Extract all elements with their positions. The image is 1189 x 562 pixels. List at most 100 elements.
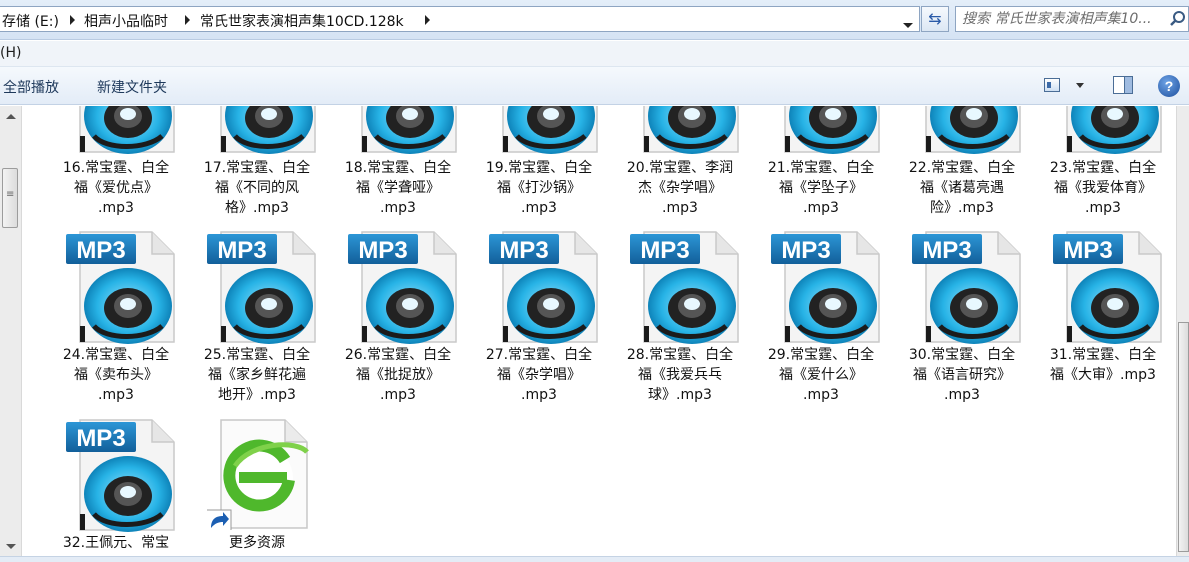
breadcrumb-drive[interactable]: 存储 (E:) — [2, 11, 59, 31]
mp3-file-icon — [630, 228, 740, 344]
file-name-line: 福《诸葛亮遇 — [920, 180, 1004, 196]
file-name-line: 福《语言研究》 — [913, 367, 1011, 383]
new-folder-button[interactable]: 新建文件夹 — [97, 77, 167, 97]
mp3-file-icon — [1053, 106, 1163, 154]
file-item[interactable]: 26.常宝霆、白全 福《批捉放》 .mp3 — [334, 224, 462, 404]
breadcrumb-current-folder[interactable]: 常氏世家表演相声集10CD.128k — [200, 11, 404, 31]
file-name-line: 20.常宝霆、李润 — [626, 160, 734, 176]
file-name-line: .mp3 — [1085, 200, 1121, 216]
mp3-file-icon — [348, 106, 458, 154]
file-name-line: 23.常宝霆、白全 — [1049, 160, 1157, 176]
mp3-file-icon — [630, 106, 740, 154]
file-item[interactable]: 19.常宝霆、白全 福《打沙锅》 .mp3 — [475, 106, 603, 216]
file-name-line: 险》.mp3 — [930, 200, 994, 216]
file-name-line: 31.常宝霆、白全 — [1049, 347, 1157, 363]
file-name-line: 杰《杂学唱》 — [638, 180, 722, 196]
breadcrumb-separator-icon[interactable] — [70, 15, 75, 25]
file-name-line: .mp3 — [380, 200, 416, 216]
left-scrollbar[interactable] — [0, 106, 22, 556]
file-name-line: 福《我爱兵乓 — [638, 367, 722, 383]
file-item[interactable]: 17.常宝霆、白全 福《不同的风 格》.mp3 — [193, 106, 321, 216]
file-list-pane: 16.常宝霆、白全 福《爱优点》 .mp3 17.常宝霆、白全 福《不同的风 格… — [22, 106, 1176, 556]
search-icon[interactable] — [1168, 9, 1188, 29]
file-name-line: 福《卖布头》 — [74, 367, 158, 383]
file-name-line: .mp3 — [803, 387, 839, 403]
menu-help[interactable]: (H) — [0, 45, 21, 61]
file-item[interactable]: 16.常宝霆、白全 福《爱优点》 .mp3 — [52, 106, 180, 216]
search-box[interactable] — [955, 6, 1189, 32]
file-name-line: 球》.mp3 — [648, 387, 712, 403]
file-item[interactable]: 24.常宝霆、白全 福《卖布头》 .mp3 — [52, 224, 180, 404]
preview-pane-button[interactable] — [1113, 76, 1133, 94]
file-name-line: 福《爱优点》 — [74, 180, 158, 196]
scroll-up-arrow-icon[interactable] — [6, 114, 16, 119]
mp3-file-icon — [207, 228, 317, 344]
breadcrumb-separator-icon[interactable] — [185, 15, 190, 25]
file-item[interactable]: 25.常宝霆、白全 福《家乡鲜花遍 地开》.mp3 — [193, 224, 321, 404]
status-bar-edge — [0, 556, 1189, 562]
file-item[interactable]: 27.常宝霆、白全 福《杂学唱》 .mp3 — [475, 224, 603, 404]
address-bar[interactable]: 存储 (E:) 相声小品临时 常氏世家表演相声集10CD.128k — [0, 6, 920, 32]
file-name-line: 更多资源 — [229, 535, 285, 551]
file-name-line: 福《打沙锅》 — [497, 180, 581, 196]
file-item[interactable]: 32.王佩元、常宝 — [52, 412, 180, 556]
file-name-line: 福《家乡鲜花遍 — [208, 367, 306, 383]
file-name-line: .mp3 — [98, 387, 134, 403]
mp3-file-icon — [771, 106, 881, 154]
file-name-line: .mp3 — [521, 387, 557, 403]
file-item[interactable]: 31.常宝霆、白全 福《大审》.mp3 — [1039, 224, 1167, 404]
file-name-line: 30.常宝霆、白全 — [908, 347, 1016, 363]
mp3-file-icon — [912, 228, 1022, 344]
file-item[interactable]: 21.常宝霆、白全 福《学坠子》 .mp3 — [757, 106, 885, 216]
refresh-button[interactable]: ⇆ — [921, 6, 949, 32]
mp3-file-icon — [489, 106, 599, 154]
mp3-file-icon — [66, 228, 176, 344]
mp3-file-icon — [348, 228, 458, 344]
file-name-line: 22.常宝霆、白全 — [908, 160, 1016, 176]
file-name-line: 福《学坠子》 — [779, 180, 863, 196]
file-name-line: .mp3 — [944, 387, 980, 403]
play-all-button[interactable]: 全部播放 — [3, 77, 59, 97]
file-item[interactable]: 28.常宝霆、白全 福《我爱兵乓 球》.mp3 — [616, 224, 744, 404]
file-name-line: 福《学聋哑》 — [356, 180, 440, 196]
file-name-line: 福《批捉放》 — [356, 367, 440, 383]
breadcrumb-separator-icon[interactable] — [425, 15, 430, 25]
file-name-line: 25.常宝霆、白全 — [203, 347, 311, 363]
mp3-file-icon — [207, 106, 317, 154]
search-input[interactable] — [962, 11, 1162, 27]
help-button[interactable]: ? — [1158, 75, 1180, 97]
file-name-line: .mp3 — [98, 200, 134, 216]
right-scrollbar[interactable] — [1176, 106, 1189, 556]
shortcut-item[interactable]: 更多资源 — [193, 412, 321, 556]
internet-shortcut-icon — [207, 419, 309, 530]
mp3-file-icon — [66, 106, 176, 154]
file-name-line: 地开》.mp3 — [218, 387, 296, 403]
file-name-line: 17.常宝霆、白全 — [203, 160, 311, 176]
file-name-line: 格》.mp3 — [225, 200, 289, 216]
file-item[interactable]: 30.常宝霆、白全 福《语言研究》 .mp3 — [898, 224, 1026, 404]
chevron-down-icon — [1076, 83, 1084, 88]
breadcrumb-folder[interactable]: 相声小品临时 — [84, 11, 168, 31]
file-name-line: .mp3 — [380, 387, 416, 403]
file-item[interactable]: 23.常宝霆、白全 福《我爱体育》 .mp3 — [1039, 106, 1167, 216]
mp3-file-icon — [66, 416, 176, 532]
mp3-file-icon — [771, 228, 881, 344]
scroll-down-arrow-icon[interactable] — [6, 544, 16, 549]
file-name-line: 福《爱什么》 — [779, 367, 863, 383]
file-name-line: 福《不同的风 — [215, 180, 299, 196]
file-item[interactable]: 18.常宝霆、白全 福《学聋哑》 .mp3 — [334, 106, 462, 216]
change-view-button[interactable] — [1044, 76, 1088, 96]
address-history-dropdown-icon[interactable] — [900, 15, 916, 35]
file-name-line: 福《杂学唱》 — [497, 367, 581, 383]
file-item[interactable]: 22.常宝霆、白全 福《诸葛亮遇 险》.mp3 — [898, 106, 1026, 216]
file-name-line: 24.常宝霆、白全 — [62, 347, 170, 363]
file-item[interactable]: 29.常宝霆、白全 福《爱什么》 .mp3 — [757, 224, 885, 404]
file-name-line: 29.常宝霆、白全 — [767, 347, 875, 363]
menu-bar: (H) — [0, 41, 1189, 67]
mp3-file-icon — [489, 228, 599, 344]
file-name-line: 19.常宝霆、白全 — [485, 160, 593, 176]
file-item[interactable]: 20.常宝霆、李润 杰《杂学唱》 .mp3 — [616, 106, 744, 216]
scrollbar-thumb[interactable] — [1178, 322, 1189, 552]
file-name-line: 28.常宝霆、白全 — [626, 347, 734, 363]
scrollbar-thumb[interactable] — [2, 168, 18, 228]
